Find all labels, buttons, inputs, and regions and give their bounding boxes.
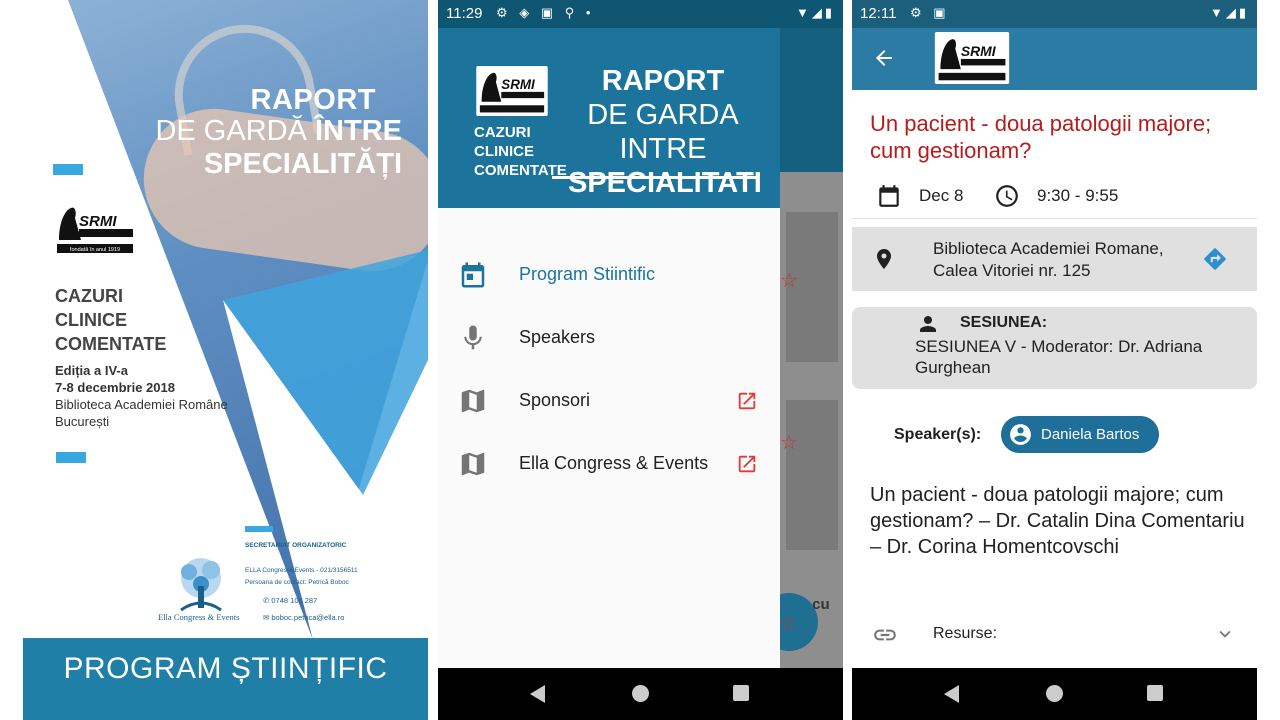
status-bar: 11:29 ⚙ ◈ ▣ ⚲ • ▼◢▮ <box>438 0 843 28</box>
chevron-down-icon[interactable] <box>1214 623 1236 645</box>
link-icon <box>874 629 896 641</box>
home-nav-icon[interactable] <box>632 685 649 702</box>
svg-text:fondată în anul 1919: fondată în anul 1919 <box>70 247 120 253</box>
status-right-icons: ▼◢▮ <box>1209 5 1249 20</box>
open-external-icon[interactable] <box>736 453 758 475</box>
talk-time: 9:30 - 9:55 <box>1037 186 1119 205</box>
speaker-name: Daniela Bartos <box>1041 426 1140 443</box>
session-card: SESIUNEA: SESIUNEA V - Moderator: Dr. Ad… <box>852 307 1257 389</box>
speaker-chip[interactable]: Daniela Bartos <box>1001 416 1159 453</box>
svg-text:SRMI: SRMI <box>501 77 535 92</box>
drawer-cases-text: CAZURI CLINICE COMENTATE <box>474 124 567 179</box>
speakers-label: Speaker(s): <box>894 426 982 443</box>
menu-item-label: Speakers <box>519 327 596 347</box>
talk-description: Un pacient - doua patologii majore; cum … <box>870 484 1245 558</box>
star-icon: ☆ <box>780 270 798 292</box>
location-row[interactable]: Biblioteca Academiei Romane, Calea Vitor… <box>852 227 1257 291</box>
location-pin-icon <box>877 249 891 269</box>
background-card <box>786 400 838 550</box>
clock-icon <box>996 185 1018 207</box>
talk-date: Dec 8 <box>919 186 964 205</box>
calendar-icon <box>879 185 899 207</box>
navigation-drawer: SRMI CAZURI CLINICE COMENTATE RAPORT DE GA… <box>438 28 780 668</box>
recents-nav-icon[interactable] <box>733 685 749 701</box>
menu-item-label: Program Stiintific <box>519 264 656 284</box>
app-bar: SRMI <box>852 28 1257 90</box>
recents-nav-icon[interactable] <box>1147 685 1163 701</box>
menu-item-speakers[interactable]: Speakers <box>438 309 780 369</box>
phone-line: ✆ 0748 100 287 <box>263 596 318 605</box>
account-circle-icon <box>1010 424 1031 445</box>
accent-bar <box>245 526 273 532</box>
divider <box>852 218 1257 219</box>
date-time-row: Dec 8 9:30 - 9:55 <box>852 176 1257 216</box>
status-time: 12:11 <box>860 5 897 22</box>
status-icons: ⚙ ▣ <box>910 5 950 20</box>
poster-title-line2: DE GARDĂ ÎNTRE <box>155 115 402 147</box>
map-icon <box>461 452 485 476</box>
session-value: SESIUNEA V - Moderator: Dr. Adriana Gurg… <box>915 337 1203 377</box>
program-footer: PROGRAM ȘTIINȚIFIC <box>23 638 428 720</box>
edition-info: Ediția a IV-a 7-8 decembrie 2018 Bibliot… <box>55 363 228 429</box>
back-arrow-icon[interactable] <box>872 46 896 70</box>
resources-row[interactable]: Resurse: <box>852 612 1257 656</box>
menu-item-label: Ella Congress & Events <box>519 453 709 473</box>
home-nav-icon[interactable] <box>1046 685 1063 702</box>
star-icon: ☆ <box>779 613 797 635</box>
menu-item-sponsori[interactable]: Sponsori <box>438 372 780 432</box>
poster-title-line3: SPECIALITĂȚI <box>203 148 402 180</box>
svg-text:SRMI: SRMI <box>79 213 117 230</box>
person-icon <box>920 316 936 332</box>
poster-title-line1: RAPORT <box>250 84 376 116</box>
status-right-icons: ▼◢▮ <box>795 5 835 20</box>
drawer-screen: 11:29 ⚙ ◈ ▣ ⚲ • ▼◢▮ ☆ ☆ ala - cu ☆ SRMI … <box>438 0 843 720</box>
contact-info: ELLA Congress&Events - 021/3156511 Perso… <box>245 567 358 586</box>
drawer-event-title: RAPORT DE GARDA INTRE SPECIALITATI <box>568 65 762 199</box>
ella-tree-logo <box>180 558 222 612</box>
menu-item-ella[interactable]: Ella Congress & Events <box>438 435 780 495</box>
status-time: 11:29 <box>446 5 483 22</box>
background-content: ☆ ☆ ala - cu ☆ <box>760 28 843 668</box>
title-underline <box>552 176 756 179</box>
microphone-icon <box>464 325 482 350</box>
back-nav-icon[interactable] <box>530 685 545 703</box>
talk-title: Un pacient - doua patologii majore; cum … <box>870 111 1212 163</box>
android-nav-bar <box>438 668 843 720</box>
star-icon: ☆ <box>780 432 798 454</box>
srmi-logo: SRMI fondată în anul 1919 <box>57 207 133 253</box>
android-nav-bar <box>852 668 1257 720</box>
directions-icon[interactable] <box>1202 246 1228 272</box>
map-icon <box>461 389 485 413</box>
ella-logo-text: Ella Congress & Events <box>158 612 240 622</box>
location-text: Biblioteca Academiei Romane, Calea Vitor… <box>933 239 1164 280</box>
menu-item-label: Sponsori <box>519 390 591 410</box>
back-nav-icon[interactable] <box>944 685 959 703</box>
calendar-icon <box>461 262 485 288</box>
svg-text:SRMI: SRMI <box>961 43 997 59</box>
srmi-logo: SRMI <box>476 66 548 116</box>
status-bar: 12:11 ⚙ ▣ ▼◢▮ <box>852 0 1257 28</box>
accent-bar <box>56 452 86 463</box>
cases-heading: CAZURI CLINICE COMENTATE <box>55 286 167 354</box>
srmi-logo: SRMI <box>934 32 1010 84</box>
poster-panel: RAPORT DE GARDĂ ÎNTRE SPECIALITĂȚI SRMI … <box>23 0 428 720</box>
drawer-header: SRMI CAZURI CLINICE COMENTATE RAPORT DE GA… <box>438 28 780 208</box>
session-header: SESIUNEA: <box>960 314 1048 331</box>
open-external-icon[interactable] <box>736 390 758 412</box>
accent-bar <box>53 164 83 175</box>
resources-label: Resurse: <box>933 625 998 642</box>
background-appbar <box>780 28 843 172</box>
email-line: ✉ boboc.petrica@ella.ro <box>263 613 345 622</box>
status-icons: ⚙ ◈ ▣ ⚲ • <box>496 5 595 20</box>
menu-item-program[interactable]: Program Stiintific <box>438 246 780 306</box>
detail-screen: 12:11 ⚙ ▣ ▼◢▮ SRMI Un pacient - doua pat… <box>852 0 1257 720</box>
secretariat-heading: SECRETARIAT ORGANIZATORIC <box>245 542 347 549</box>
